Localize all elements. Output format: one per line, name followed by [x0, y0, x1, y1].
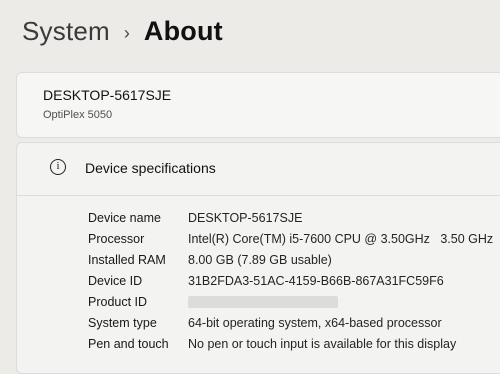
device-specifications-title: Device specifications: [85, 160, 216, 176]
page-title: About: [143, 16, 223, 46]
spec-value: DESKTOP-5617SJE: [188, 210, 303, 225]
chevron-right-icon: ›: [123, 22, 130, 43]
spec-label: Pen and touch: [88, 336, 169, 351]
spec-value: 8.00 GB (7.89 GB usable): [188, 252, 332, 267]
device-specifications-panel: i Device specifications Device name DESK…: [16, 142, 500, 374]
spec-label: Installed RAM: [88, 252, 166, 267]
spec-label: Processor: [88, 231, 145, 246]
device-name-heading: DESKTOP-5617SJE: [43, 87, 172, 103]
device-name-card: DESKTOP-5617SJE OptiPlex 5050: [16, 72, 500, 138]
spec-value: 31B2FDA3-51AC-4159-B66B-867A31FC59F6: [188, 273, 444, 288]
info-icon: i: [50, 159, 66, 175]
device-specifications-header[interactable]: i Device specifications: [17, 143, 500, 196]
spec-value-redacted: [188, 295, 338, 309]
device-model: OptiPlex 5050: [43, 109, 113, 121]
spec-row-device-id: Device ID 31B2FDA3-51AC-4159-B66B-867A31…: [88, 270, 500, 291]
spec-row-processor: Processor Intel(R) Core(TM) i5-7600 CPU …: [88, 228, 500, 249]
spec-row-pen-and-touch: Pen and touch No pen or touch input is a…: [88, 333, 500, 354]
specifications-list: Device name DESKTOP-5617SJE Processor In…: [88, 207, 500, 354]
breadcrumb-system[interactable]: System: [22, 16, 110, 47]
spec-value: 64-bit operating system, x64-based proce…: [188, 315, 442, 330]
breadcrumb: System › About: [22, 16, 223, 47]
spec-label: Device ID: [88, 273, 143, 288]
spec-value: No pen or touch input is available for t…: [188, 336, 457, 351]
spec-label: Device name: [88, 210, 161, 225]
redaction-bar: [188, 296, 338, 309]
spec-row-device-name: Device name DESKTOP-5617SJE: [88, 207, 500, 228]
spec-row-system-type: System type 64-bit operating system, x64…: [88, 312, 500, 333]
spec-row-installed-ram: Installed RAM 8.00 GB (7.89 GB usable): [88, 249, 500, 270]
spec-value: Intel(R) Core(TM) i5-7600 CPU @ 3.50GHz …: [188, 231, 494, 246]
about-page: { "header": { "parent": "System", "separ…: [0, 0, 500, 374]
spec-label: System type: [88, 315, 157, 330]
spec-label: Product ID: [88, 294, 148, 309]
spec-row-product-id: Product ID: [88, 291, 500, 312]
